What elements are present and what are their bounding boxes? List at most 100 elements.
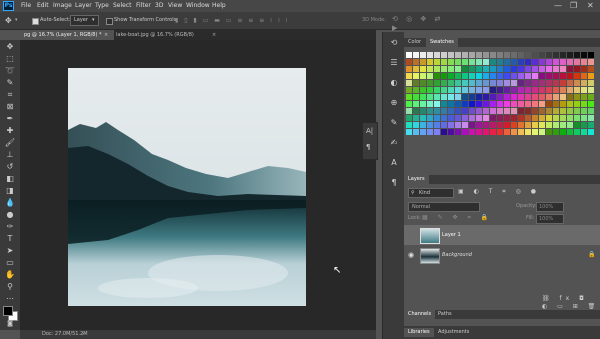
chevron-down-icon[interactable]: ▾ [15,17,18,23]
swatch[interactable] [504,94,510,100]
lasso-tool-icon[interactable]: ➰ [4,66,16,76]
close-tab-icon[interactable]: × [212,30,216,40]
swatch[interactable] [511,80,517,86]
swatch[interactable] [427,115,433,121]
swatch[interactable] [420,59,426,65]
swatch[interactable] [567,52,573,58]
swatch[interactable] [420,52,426,58]
swatch[interactable] [462,94,468,100]
swatch[interactable] [483,59,489,65]
swatch[interactable] [455,101,461,107]
swatch[interactable] [476,108,482,114]
swatch[interactable] [448,66,454,72]
swatch[interactable] [518,73,524,79]
swatch[interactable] [413,108,419,114]
swatch[interactable] [455,122,461,128]
swatch[interactable] [427,122,433,128]
swatch[interactable] [490,94,496,100]
swatch[interactable] [406,59,412,65]
swatch[interactable] [567,94,573,100]
swatch[interactable] [588,94,594,100]
swatch[interactable] [406,101,412,107]
swatch[interactable] [483,101,489,107]
swatch[interactable] [441,80,447,86]
swatch[interactable] [469,94,475,100]
swatch[interactable] [462,108,468,114]
swatch[interactable] [518,122,524,128]
swatch[interactable] [546,80,552,86]
swatch[interactable] [553,52,559,58]
swatch[interactable] [441,66,447,72]
swatch[interactable] [420,80,426,86]
swatch[interactable] [532,115,538,121]
swatch[interactable] [462,52,468,58]
swatch[interactable] [574,129,580,135]
swatch[interactable] [539,59,545,65]
history-panel-icon[interactable]: ⟲ [389,38,399,48]
swatch[interactable] [560,101,566,107]
tab-lake-boat[interactable]: lake-boat.jpg @ 16.7% (RGB/8) × [112,30,226,40]
swatch[interactable] [420,101,426,107]
swatch[interactable] [476,115,482,121]
swatch[interactable] [574,59,580,65]
swatch[interactable] [539,87,545,93]
swatch[interactable] [434,115,440,121]
swatch[interactable] [546,108,552,114]
tab-adjustments[interactable]: Adjustments [434,328,473,337]
swatch[interactable] [574,87,580,93]
swatch[interactable] [560,87,566,93]
swatch[interactable] [574,101,580,107]
swatch[interactable] [476,59,482,65]
swatch[interactable] [574,66,580,72]
swatch[interactable] [420,87,426,93]
marquee-tool-icon[interactable]: ⬚ [4,54,16,64]
swatch[interactable] [483,73,489,79]
restore-button[interactable]: ❐ [570,1,577,11]
pen-tool-icon[interactable]: ✑ [4,222,16,232]
swatch[interactable] [448,87,454,93]
swatch[interactable] [574,73,580,79]
swatch[interactable] [532,122,538,128]
swatch[interactable] [469,59,475,65]
swatch[interactable] [581,59,587,65]
swatch[interactable] [469,108,475,114]
opacity-field[interactable]: 100% [536,202,564,212]
auto-select-checkbox[interactable] [32,18,39,25]
swatch[interactable] [539,52,545,58]
swatch[interactable] [553,129,559,135]
menu-help[interactable]: Help [212,2,226,10]
swatch[interactable] [581,122,587,128]
swatch[interactable] [462,101,468,107]
tab-paths[interactable]: Paths [434,310,456,319]
swatch[interactable] [455,52,461,58]
swatch[interactable] [476,66,482,72]
swatch[interactable] [434,80,440,86]
swatch[interactable] [560,59,566,65]
swatch[interactable] [539,129,545,135]
swatch[interactable] [553,73,559,79]
swatches[interactable] [406,52,596,136]
swatch[interactable] [469,73,475,79]
swatch[interactable] [511,52,517,58]
zoom-tool-icon[interactable]: ⚲ [4,282,16,292]
swatch[interactable] [420,66,426,72]
swatch[interactable] [546,87,552,93]
swatch[interactable] [511,59,517,65]
swatch[interactable] [560,129,566,135]
swatch[interactable] [469,122,475,128]
tab-channels[interactable]: Channels [404,310,436,319]
swatch[interactable] [504,80,510,86]
layers-footer-icons[interactable]: ⛓ fx ◘ ◐ ▭ ⊞ 🗑 [542,295,600,311]
swatch[interactable] [567,108,573,114]
swatch[interactable] [490,129,496,135]
quick-select-tool-icon[interactable]: ✎ [4,78,16,88]
eraser-tool-icon[interactable]: ◧ [4,174,16,184]
swatch[interactable] [511,108,517,114]
swatch[interactable] [497,108,503,114]
swatch[interactable] [476,94,482,100]
swatch[interactable] [525,80,531,86]
swatch[interactable] [525,59,531,65]
swatch[interactable] [567,122,573,128]
layer-row-layer-1[interactable]: Layer 1 [404,225,600,245]
swatch[interactable] [546,59,552,65]
